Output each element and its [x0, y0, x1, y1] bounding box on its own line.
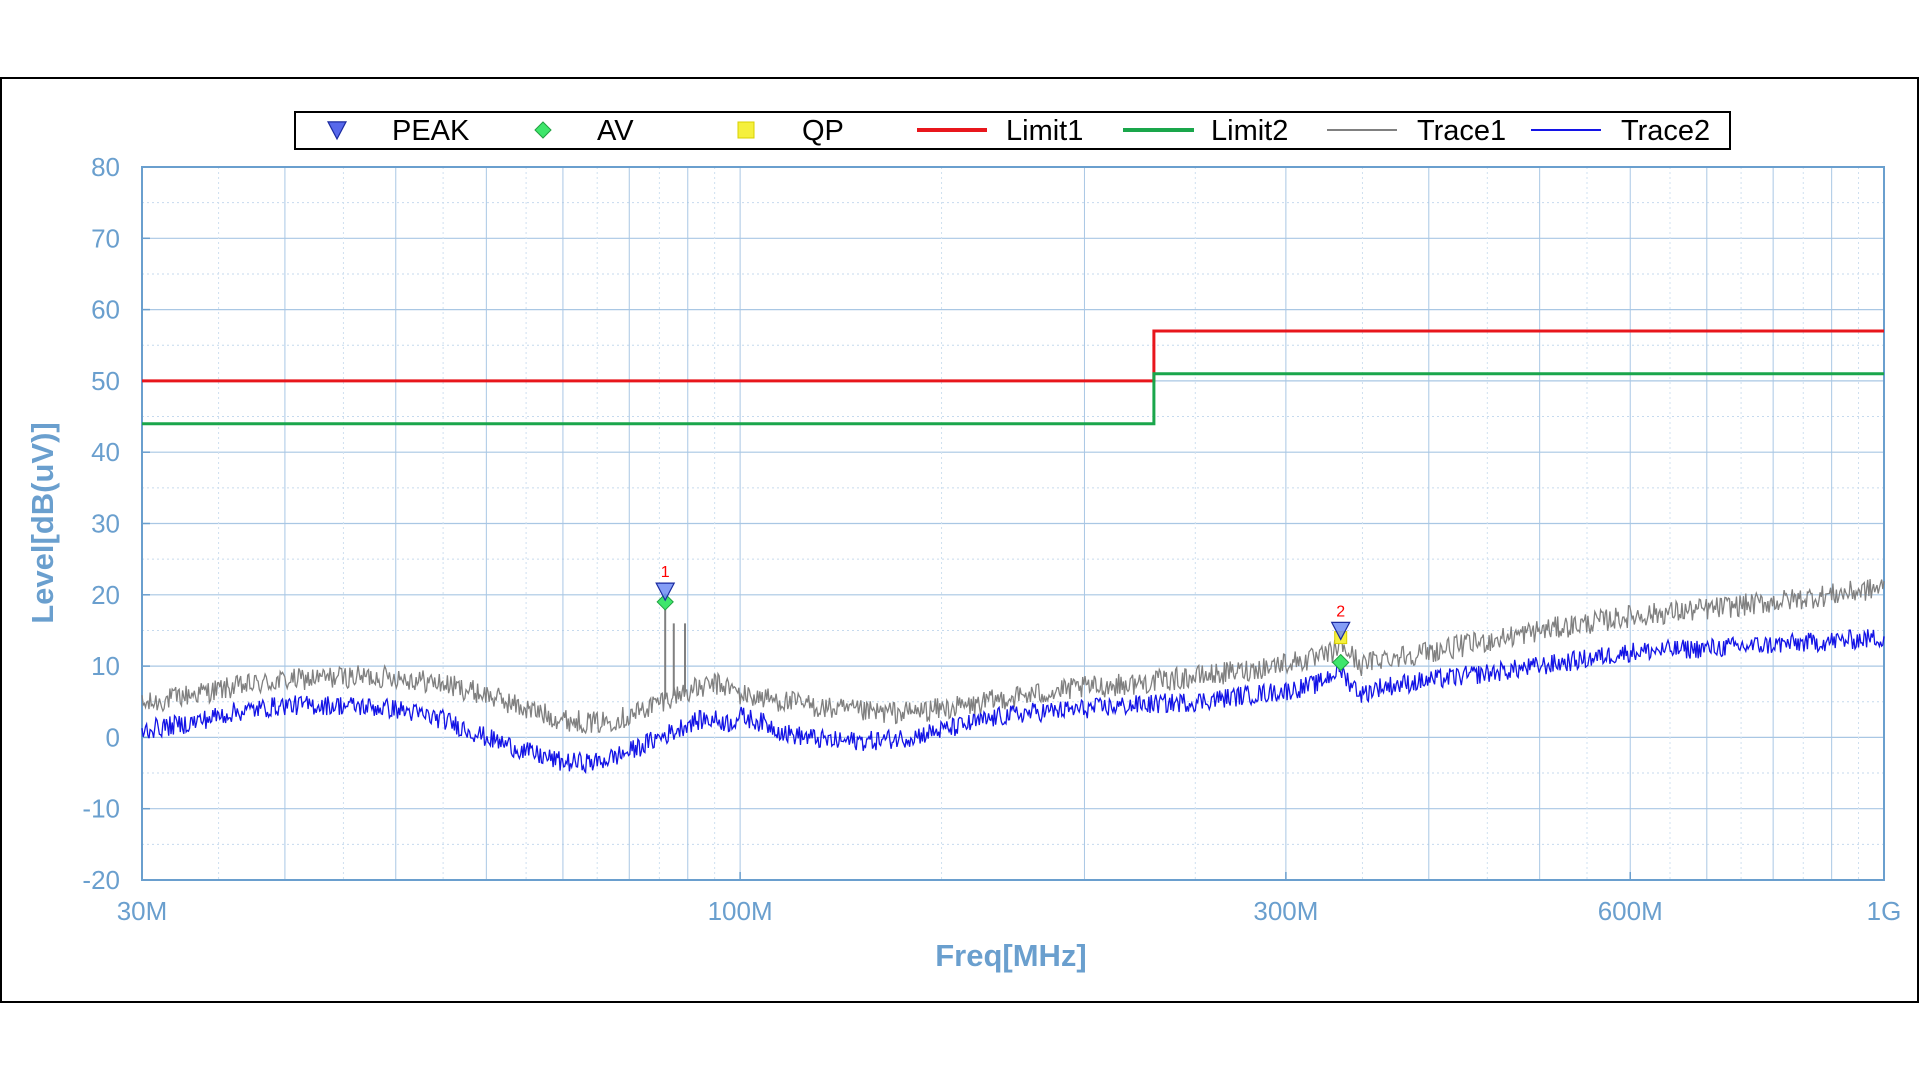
legend-label-peak: PEAK	[392, 115, 470, 147]
y-tick-label: -10	[82, 794, 120, 824]
marker-number: 2	[1336, 603, 1345, 620]
legend-label-limit1: Limit1	[1006, 115, 1083, 147]
y-tick-label: 80	[91, 152, 120, 182]
y-tick-label: 30	[91, 509, 120, 539]
x-tick-label: 30M	[117, 896, 168, 926]
y-tick-label: 40	[91, 437, 120, 467]
y-tick-label: 60	[91, 295, 120, 325]
y-tick-label: -20	[82, 865, 120, 895]
marker-number: 1	[661, 564, 670, 581]
emission-chart: 80 70 60 50 40 30 20 10 0 -10 -20 30M 100M 300M 600M 1…	[0, 77, 1919, 1003]
y-tick-label: 50	[91, 366, 120, 396]
legend-qp-icon	[737, 121, 755, 139]
y-tick-label: 20	[91, 580, 120, 610]
legend-label-limit2: Limit2	[1211, 115, 1288, 147]
grid	[142, 166, 1884, 881]
x-tick-label: 100M	[708, 896, 773, 926]
y-tick-label: 10	[91, 651, 120, 681]
legend-label-qp: QP	[802, 115, 844, 147]
x-tick-label: 600M	[1598, 896, 1663, 926]
x-tick-label: 1G	[1867, 896, 1902, 926]
y-tick-label: 70	[91, 223, 120, 253]
y-axis-title: Level[dB(uV)]	[25, 422, 60, 624]
legend-label-trace1: Trace1	[1417, 115, 1506, 147]
legend: PEAK AV QP Limit1 Limit2 Trace1 Trace2	[294, 111, 1731, 150]
x-axis-title: Freq[MHz]	[935, 938, 1087, 973]
legend-label-trace2: Trace2	[1621, 115, 1710, 147]
legend-label-av: AV	[597, 115, 634, 147]
x-tick-label: 300M	[1253, 896, 1318, 926]
y-tick-label: 0	[106, 722, 120, 752]
